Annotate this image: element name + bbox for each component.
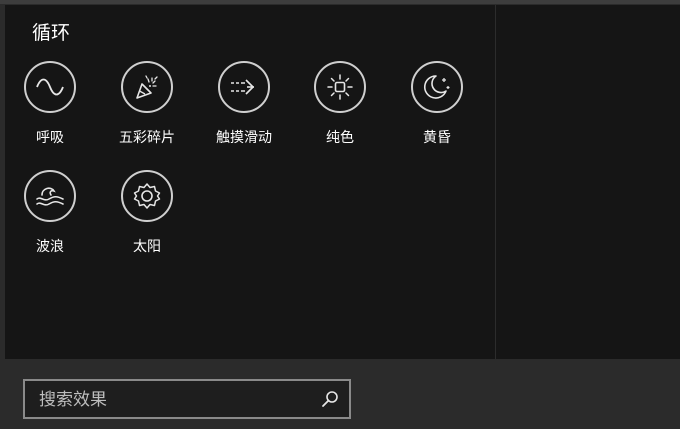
effect-label: 触摸滑动 — [216, 130, 272, 146]
effect-dusk[interactable]: 黄昏 — [389, 61, 485, 161]
preview-pane — [496, 5, 680, 359]
search-input[interactable] — [37, 386, 321, 414]
search-box — [23, 379, 351, 419]
effect-sun[interactable]: 太阳 — [99, 170, 195, 270]
effect-label: 黄昏 — [423, 130, 451, 146]
search-icon[interactable] — [321, 390, 339, 412]
wave-icon — [24, 170, 76, 222]
party-popper-icon — [121, 61, 173, 113]
effect-label: 太阳 — [133, 239, 161, 255]
effect-label: 波浪 — [36, 239, 64, 255]
lighting-effects-panel: 循环 呼吸 五彩碎片 触摸滑动 纯色 黄昏 波浪 太阳 搜索效果 — [0, 0, 680, 429]
sine-wave-icon — [24, 61, 76, 113]
effect-swipe[interactable]: 触摸滑动 — [196, 61, 292, 161]
effect-confetti[interactable]: 五彩碎片 — [99, 61, 195, 161]
effect-label: 纯色 — [326, 130, 354, 146]
effect-solid-color[interactable]: 纯色 — [292, 61, 388, 161]
effect-label: 五彩碎片 — [119, 130, 175, 146]
moon-stars-icon — [411, 61, 463, 113]
gear-sun-icon — [121, 170, 173, 222]
effect-breathing[interactable]: 呼吸 — [2, 61, 98, 161]
effect-label: 呼吸 — [36, 130, 64, 146]
top-border — [0, 0, 680, 4]
brightness-icon — [314, 61, 366, 113]
section-title-loop: 循环 — [32, 22, 71, 44]
effect-wave[interactable]: 波浪 — [2, 170, 98, 270]
swipe-arrow-icon — [218, 61, 270, 113]
